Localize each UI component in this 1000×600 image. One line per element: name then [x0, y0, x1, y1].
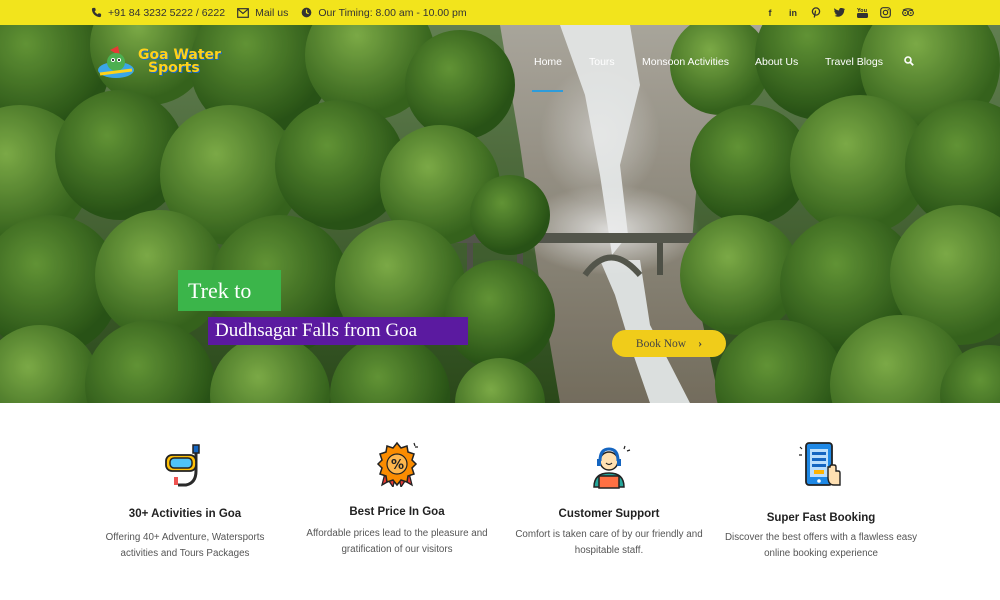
feature-text-line-1: Affordable prices lead to the pleasure a…: [306, 528, 488, 539]
pinterest-icon[interactable]: [810, 7, 822, 19]
linkedin-icon[interactable]: in: [787, 7, 799, 19]
nav-active-underline: [532, 90, 563, 92]
hero-title-line-1: Trek to: [178, 270, 281, 311]
snorkel-mask-icon: [80, 443, 290, 489]
clock-icon: [300, 7, 312, 19]
mail-link: Mail us: [255, 6, 289, 19]
mobile-booking-icon: [716, 441, 926, 489]
features-section: 30+ Activities in Goa Offering 40+ Adven…: [0, 403, 1000, 600]
nav-about-us[interactable]: About Us: [755, 56, 798, 68]
chevron-right-icon: ›: [698, 336, 703, 350]
feature-title: Customer Support: [558, 508, 660, 520]
top-bar: +91 84 3232 5222 / 6222 Mail us Our Timi…: [0, 0, 1000, 25]
feature-text-line-2: gratification of our visitors: [341, 544, 453, 555]
feature-text-line-2: online booking experience: [764, 548, 878, 559]
tripadvisor-icon[interactable]: [902, 7, 914, 19]
mail-icon: [237, 7, 249, 19]
feature-title: 30+ Activities in Goa: [128, 508, 242, 520]
feature-title: Super Fast Booking: [766, 512, 876, 524]
facebook-icon[interactable]: f: [764, 7, 776, 19]
hero-slider: Goa Water Sports Home Tours Monsoon Acti…: [0, 25, 1000, 403]
search-icon[interactable]: [904, 56, 914, 69]
timing-text: Our Timing: 8.00 am - 10.00 pm: [318, 6, 467, 19]
hero-title-line-2: Dudhsagar Falls from Goa: [208, 317, 468, 345]
feature-text-line-2: activities and Tours Packages: [120, 548, 250, 559]
feature-text-line-1: Offering 40+ Adventure, Watersports: [105, 532, 265, 543]
social-links: f in You: [753, 0, 914, 25]
contact-info: +91 84 3232 5222 / 6222 Mail us Our Timi…: [90, 0, 479, 25]
instagram-icon[interactable]: [879, 7, 891, 19]
feature-text-line-2: hospitable staff.: [574, 545, 644, 556]
feature-text-line-1: Comfort is taken care of by our friendly…: [515, 529, 703, 540]
nav-home[interactable]: Home: [534, 56, 562, 68]
phone-item[interactable]: +91 84 3232 5222 / 6222: [90, 7, 225, 19]
timing-item: Our Timing: 8.00 am - 10.00 pm: [300, 6, 467, 19]
book-now-label: Book Now: [635, 337, 687, 350]
feature-text-line-1: Discover the best offers with a flawless…: [724, 532, 918, 543]
youtube-icon[interactable]: You: [856, 7, 868, 19]
feature-title: Best Price In Goa: [349, 506, 445, 518]
nav-tours[interactable]: Tours: [589, 56, 615, 68]
nav-monsoon-activities[interactable]: Monsoon Activities: [642, 56, 729, 68]
nav-travel-blogs[interactable]: Travel Blogs: [825, 56, 883, 68]
twitter-icon[interactable]: [833, 7, 845, 19]
phone-number: +91 84 3232 5222 / 6222: [108, 6, 226, 19]
phone-icon: [90, 7, 102, 19]
mail-item[interactable]: Mail us: [237, 7, 288, 19]
customer-support-icon: [504, 443, 714, 489]
book-now-button[interactable]: Book Now ›: [612, 330, 726, 357]
svg-text:%: %: [391, 458, 404, 473]
discount-badge-icon: %: [292, 441, 502, 487]
